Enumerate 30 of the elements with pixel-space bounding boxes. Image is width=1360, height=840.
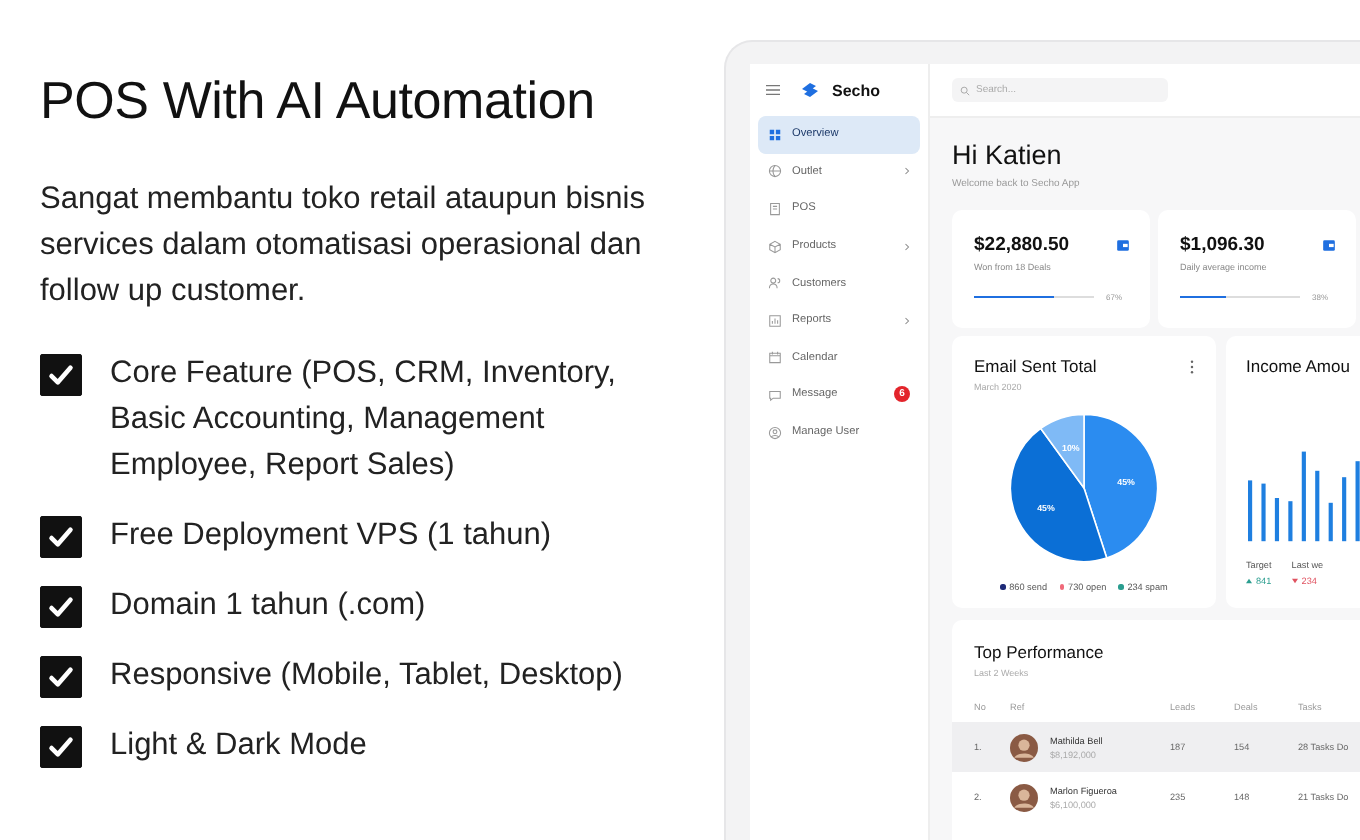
nav-icon <box>768 350 782 365</box>
avatar-icon <box>1010 733 1038 761</box>
card-title: Email Sent Total <box>974 356 1097 378</box>
logo-icon <box>800 82 820 98</box>
nav-icon <box>768 276 782 291</box>
nav-icon <box>768 313 782 328</box>
nav-icon <box>768 164 782 179</box>
search-icon <box>960 85 970 95</box>
brand-name: Secho <box>832 81 881 99</box>
feature-label: Light & Dark Mode <box>110 726 369 766</box>
feature-label: Domain 1 tahun (.com) <box>110 586 428 626</box>
feature-label: Free Deployment VPS (1 tahun) <box>110 516 554 556</box>
nav-icon <box>768 239 782 254</box>
greeting: Hi Katien <box>952 140 1064 172</box>
stat-value: $1,096.30 <box>1180 234 1265 256</box>
nav-icon <box>768 425 782 440</box>
nav-icon <box>768 387 782 402</box>
nav-icon <box>768 201 782 216</box>
card-title: Income Amou <box>1246 356 1352 378</box>
avatar-icon <box>1010 783 1038 811</box>
headline: POS With AI Automation <box>40 68 597 132</box>
wallet-icon <box>1116 238 1130 252</box>
stat-value: $22,880.50 <box>974 234 1070 256</box>
feature-label: Core Feature (POS, CRM, Inventory, Basic Accounting, Management Employee, Report Sales) <box>110 354 618 486</box>
card-title: Top Performance <box>972 642 1106 664</box>
nav-icon <box>768 127 782 142</box>
description: Sangat membantu toko retail ataupun bisnis services dalam otomatisasi operasional dan follow up customer. <box>40 180 647 312</box>
menu-icon[interactable] <box>766 84 780 96</box>
feature-label: Responsive (Mobile, Tablet, Desktop) <box>110 656 625 696</box>
wallet-icon <box>1322 238 1336 252</box>
